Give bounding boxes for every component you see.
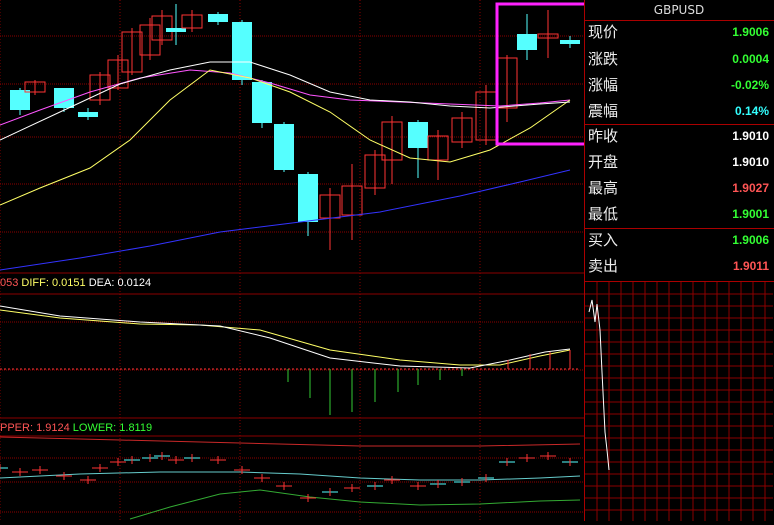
dea-label: DEA: <box>88 277 115 289</box>
upper-label: PPER: <box>0 422 34 434</box>
quote-label: 现价 <box>588 23 619 41</box>
quote-label: 最高 <box>588 179 619 197</box>
candle-body <box>232 22 252 80</box>
highlight-box <box>495 2 614 146</box>
quote-value: 1.9010 <box>732 155 769 169</box>
candle-body <box>78 112 98 117</box>
diff-value: 0.0151 <box>51 277 86 289</box>
quote-row-prev-close: 昨收 1.9010 <box>585 124 773 148</box>
quote-value: 0.0004 <box>732 52 769 66</box>
lower-value: 1.8119 <box>119 422 153 434</box>
quote-label: 最低 <box>588 205 619 223</box>
quote-value: 1.9027 <box>732 181 769 195</box>
boll-mid-line <box>0 471 581 481</box>
quote-row-change-pct: 涨幅 -0.02% <box>585 73 773 97</box>
candle-body <box>252 82 272 123</box>
candle-body <box>166 28 186 32</box>
candle-body <box>208 14 228 22</box>
quote-value: 1.9001 <box>732 207 769 221</box>
quote-label: 买入 <box>588 231 619 249</box>
quote-row-open: 开盘 1.9010 <box>585 150 773 174</box>
diff-label: DIFF: <box>21 277 49 289</box>
quote-row-high: 最高 1.9027 <box>585 176 773 200</box>
candlestick-chart[interactable] <box>0 0 614 521</box>
chart-area[interactable]: 053 DIFF: 0.0151 DEA: 0.0124 PPER: 1.912… <box>0 0 614 521</box>
ma-blue-line <box>0 169 571 271</box>
boll-panel <box>0 436 581 520</box>
quote-value: 0.14% <box>734 104 769 118</box>
quote-row-low: 最低 1.9001 <box>585 202 773 226</box>
quote-row-ask: 卖出 1.9011 <box>585 254 773 278</box>
quote-value: -0.02% <box>730 78 769 92</box>
upper-value: 1.9124 <box>36 422 70 434</box>
quote-label: 涨跌 <box>588 50 619 68</box>
boll-upper-line <box>0 436 581 447</box>
quote-label: 开盘 <box>588 153 619 171</box>
boll-legend: PPER: 1.9124 LOWER: 1.8119 <box>0 422 152 434</box>
boll-lower-line <box>129 489 581 520</box>
quote-label: 卖出 <box>588 257 619 275</box>
candle-body <box>274 124 294 170</box>
dea-value: 0.0124 <box>117 277 152 289</box>
tick-chart <box>585 282 773 521</box>
quote-value: 1.9006 <box>732 25 769 39</box>
quote-row-bid: 买入 1.9006 <box>585 228 773 252</box>
quote-row-amplitude: 震幅 0.14% <box>585 99 773 123</box>
macd-prefix: 053 <box>0 277 19 289</box>
candle-body <box>408 122 428 148</box>
symbol-title: GBPUSD <box>653 3 705 17</box>
quote-value: 1.9010 <box>732 129 769 143</box>
quote-label: 昨收 <box>588 127 619 145</box>
quote-row-change: 涨跌 0.0004 <box>585 47 773 71</box>
quote-panel: GBPUSD 现价 1.9006 涨跌 0.0004 涨幅 -0.02% 震幅 … <box>584 0 774 521</box>
candle-body <box>298 174 318 222</box>
quote-row-current: 现价 1.9006 <box>585 20 773 44</box>
candle-body <box>54 88 74 108</box>
quote-label: 涨幅 <box>588 76 619 94</box>
quote-value: 1.9006 <box>732 233 769 247</box>
lower-label: LOWER: <box>72 422 117 434</box>
quote-label: 震幅 <box>588 102 619 120</box>
quote-value: 1.9011 <box>732 259 769 273</box>
macd-legend: 053 DIFF: 0.0151 DEA: 0.0124 <box>0 277 151 289</box>
candle-body <box>517 34 537 50</box>
candle-body <box>10 90 30 110</box>
candle-body <box>560 40 580 44</box>
tick-line <box>588 299 610 471</box>
